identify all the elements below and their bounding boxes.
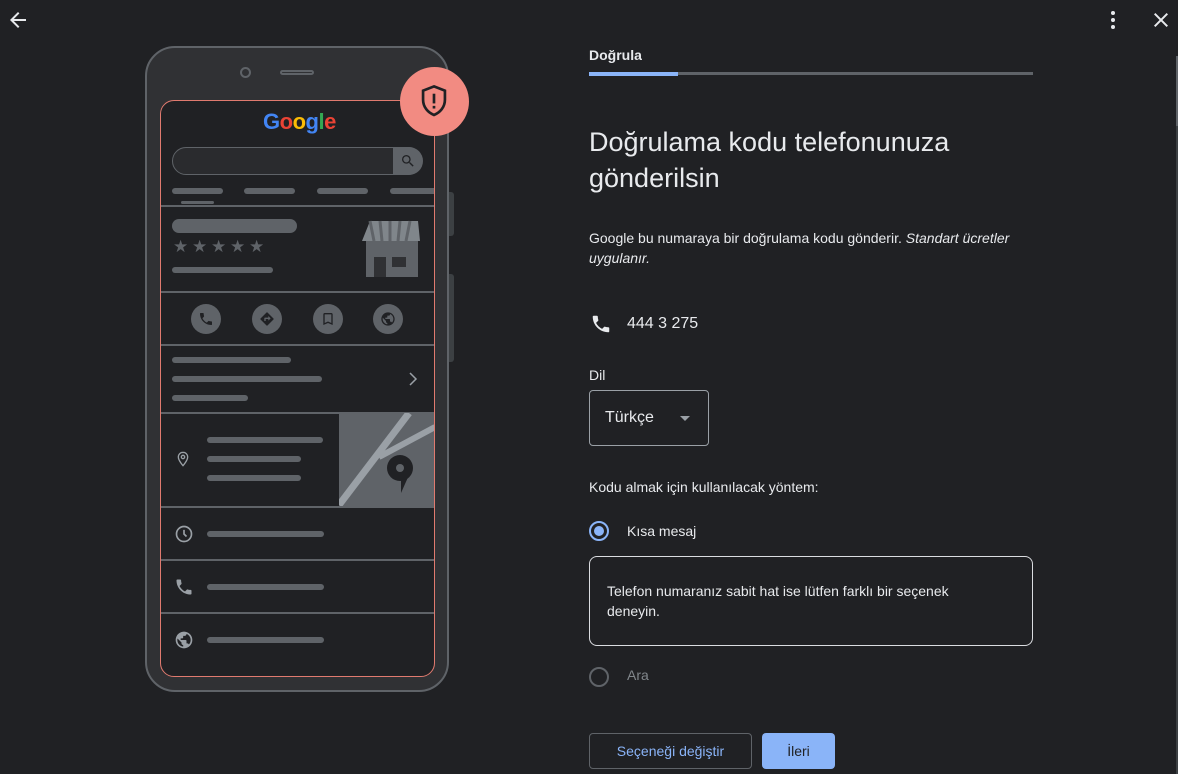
phone-number: 444 3 275	[627, 315, 699, 332]
description: Google bu numaraya bir doğrulama kodu gö…	[589, 228, 1039, 268]
shield-icon	[421, 84, 447, 117]
mock-line	[172, 357, 291, 363]
location-pin-icon	[177, 451, 189, 467]
progress-fill	[589, 72, 678, 76]
more-vert-icon	[1111, 11, 1115, 29]
warning-text: Telefon numaranız sabit hat ise lütfen f…	[607, 583, 949, 619]
phone-icon	[200, 313, 212, 325]
mock-search-button	[393, 147, 423, 175]
phone-speaker	[280, 70, 314, 75]
phone-side-button	[449, 274, 454, 362]
landline-warning: Telefon numaranız sabit hat ise lütfen f…	[589, 556, 1033, 646]
mock-divider	[161, 612, 434, 614]
phone-screen: Google ★ ★ ★ ★ ★	[160, 100, 435, 677]
close-button[interactable]	[1149, 8, 1173, 32]
mock-line	[172, 376, 322, 382]
logo-letter: G	[263, 109, 280, 134]
logo-letter: o	[279, 109, 293, 134]
mock-chip	[390, 188, 434, 194]
star-icon: ★	[211, 237, 227, 256]
mock-title-line	[172, 219, 297, 233]
mock-save-action	[313, 304, 343, 334]
mock-chip	[172, 188, 223, 194]
arrow-left-icon	[10, 12, 26, 28]
mock-divider	[161, 291, 434, 293]
mock-call-action	[191, 304, 221, 334]
mock-map	[339, 413, 434, 507]
bookmark-icon	[323, 313, 333, 325]
mock-tab-indicator	[181, 201, 214, 204]
logo-letter: o	[292, 109, 306, 134]
globe-icon	[381, 312, 395, 326]
language-label: Dil	[589, 367, 606, 383]
star-icon: ★	[192, 237, 208, 256]
radio-sms[interactable]	[589, 521, 609, 541]
caret-down-icon	[680, 416, 690, 421]
star-icon: ★	[173, 237, 189, 256]
mock-divider	[161, 205, 434, 207]
radio-call[interactable]	[589, 667, 609, 687]
logo-letter: e	[324, 109, 336, 134]
mock-line	[172, 395, 248, 401]
progress-bar	[589, 72, 1033, 76]
next-button[interactable]: İleri	[762, 733, 835, 769]
method-label: Kodu almak için kullanılacak yöntem:	[589, 479, 819, 495]
globe-icon	[175, 631, 193, 649]
mock-line	[207, 456, 301, 462]
security-badge	[400, 67, 469, 136]
mock-directions-action	[252, 304, 282, 334]
chevron-right-icon	[409, 372, 418, 386]
mock-chip	[317, 188, 368, 194]
radio-call-label[interactable]: Ara	[627, 667, 649, 683]
page-title: Doğrulama kodu telefonunuza gönderilsin	[589, 127, 950, 193]
phone-side-button	[449, 192, 454, 236]
mock-search-box	[172, 147, 422, 175]
language-value: Türkçe	[605, 409, 654, 426]
clock-icon	[175, 525, 193, 543]
close-icon	[1154, 13, 1168, 27]
mock-line	[207, 584, 324, 590]
search-icon	[402, 155, 414, 167]
directions-icon	[260, 312, 274, 326]
mock-line	[207, 637, 324, 643]
mock-divider	[161, 344, 434, 346]
more-options-button[interactable]	[1101, 8, 1125, 32]
change-option-button[interactable]: Seçeneği değiştir	[589, 733, 752, 769]
phone-icon	[176, 579, 192, 595]
phone-icon	[592, 315, 610, 333]
google-logo: Google	[263, 109, 336, 135]
mock-line	[172, 267, 273, 273]
store-icon	[362, 220, 420, 277]
star-icon: ★	[249, 237, 265, 256]
mock-website-action	[373, 304, 403, 334]
mock-line	[207, 437, 323, 443]
mock-line	[207, 475, 301, 481]
back-button[interactable]	[6, 8, 30, 32]
mock-divider	[161, 506, 434, 508]
step-label: Doğrula	[589, 47, 642, 63]
mock-line	[207, 531, 324, 537]
language-select[interactable]: Türkçe	[589, 390, 709, 446]
phone-camera	[240, 67, 251, 78]
logo-letter: g	[305, 109, 319, 134]
description-text: Google bu numaraya bir doğrulama kodu gö…	[589, 230, 902, 246]
mock-divider	[161, 559, 434, 561]
star-icon: ★	[230, 237, 246, 256]
mock-chip	[244, 188, 295, 194]
radio-sms-label[interactable]: Kısa mesaj	[627, 523, 696, 539]
